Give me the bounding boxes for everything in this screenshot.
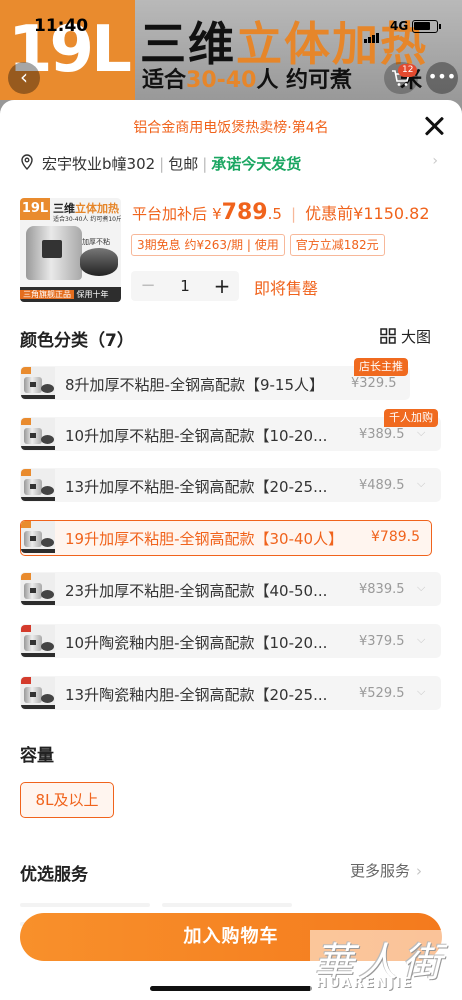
sku-option-1[interactable]: 8升加厚不粘胆-全钢高配款【9-15人】 ¥329.5 [20, 366, 410, 400]
rice-cooker-image [26, 226, 82, 280]
quantity-value[interactable]: 1 [165, 271, 205, 301]
sku-option-5[interactable]: 23升加厚不粘胆-全钢高配款【40-50... ¥839.5 ⌵ [20, 572, 441, 606]
sku-price: ¥489.5 [359, 478, 405, 493]
sku-thumbnail [21, 625, 55, 657]
price-label: 平台加补后 [132, 205, 208, 223]
sku-price: ¥529.5 [359, 686, 405, 701]
large-view-toggle[interactable]: 大图 [380, 326, 431, 347]
sku-label: 10升加厚不粘胆-全钢高配款【10-20... [65, 427, 328, 445]
capacity-option[interactable]: 8L及以上 [20, 782, 114, 818]
sku-thumbnail [21, 469, 55, 501]
inner-pot-image [80, 248, 118, 276]
sku-option-4-selected[interactable]: 19升加厚不粘胆-全钢高配款【30-40人】 ¥789.5 [20, 520, 432, 556]
sku-price: ¥789.5 [371, 529, 420, 545]
cart-count-badge: 12 [398, 64, 418, 77]
quantity-stepper: − 1 + [131, 271, 239, 301]
watermark: 華人街 HUARENJIE [310, 930, 462, 996]
chevron-down-icon: ⌵ [417, 685, 426, 698]
price-decimal: .5 [267, 205, 282, 223]
banner-subtitle: 适合30-40人 约可煮米 [142, 68, 423, 93]
promo-row: 3期免息 约¥263/期 | 使用 官方立减182元 [131, 234, 385, 256]
sku-sheet: 铝合金商用电饭煲热卖榜·第4名 宏宇牧业b幢302 | 包邮 | 承诺今天发货 › 19… [0, 100, 462, 1000]
sku-option-3[interactable]: 13升加厚不粘胆-全钢高配款【20-25... ¥489.5 ⌵ [20, 468, 441, 502]
capacity-section-title: 容量 [20, 746, 54, 766]
price-line: 平台加补后 ¥789.5 | 优惠前¥1150.82 [132, 200, 430, 225]
close-icon[interactable] [420, 112, 448, 140]
original-price: ¥1150.82 [353, 204, 430, 223]
service-cards-strip [20, 892, 442, 926]
discount-chip: 官方立减182元 [289, 234, 385, 256]
ranking-link[interactable]: 铝合金商用电饭煲热卖榜·第4名 [0, 117, 462, 137]
service-section-title: 优选服务 [20, 865, 88, 885]
location-pin-icon [21, 154, 33, 170]
quantity-minus-button[interactable]: − [131, 271, 165, 301]
chevron-down-icon: ⌵ [417, 477, 426, 490]
sku-thumbnail [21, 418, 55, 450]
address-row[interactable]: 宏宇牧业b幢302 | 包邮 | 承诺今天发货 › [20, 152, 442, 176]
sku-label: 13升加厚不粘胆-全钢高配款【20-25... [65, 478, 328, 496]
more-button[interactable]: ••• [426, 62, 458, 94]
installment-chip[interactable]: 3期免息 约¥263/期 | 使用 [131, 234, 285, 256]
home-indicator [150, 986, 312, 991]
sku-thumbnail [21, 367, 55, 399]
sku-label: 8升加厚不粘胆-全钢高配款【9-15人】 [65, 376, 325, 394]
chevron-down-icon: ⌵ [417, 426, 426, 439]
chevron-right-icon: › [416, 862, 423, 880]
status-bar: 11:40 4G [0, 0, 462, 52]
thumb-footer: 三角旗舰正品 保用十年 [20, 287, 121, 302]
chevron-right-icon: › [432, 153, 438, 169]
thumb-liner-tag: 加厚不粘 [82, 238, 110, 246]
original-price-label: 优惠前 [305, 204, 354, 223]
sku-label: 13升陶瓷釉内胆-全钢高配款【20-25... [65, 686, 328, 704]
more-dots-icon: ••• [427, 67, 457, 86]
chevron-down-icon: ⌵ [417, 581, 426, 594]
battery-icon [412, 20, 441, 33]
price-symbol: ¥ [212, 205, 222, 223]
product-thumbnail[interactable]: 19L 三维立体加热 适合30-40人 约可煮10斤米 加厚不粘 三角旗舰正品 … [20, 198, 121, 302]
quantity-plus-button[interactable]: + [205, 271, 239, 301]
chevron-down-icon: ⌵ [417, 633, 426, 646]
sku-label: 10升陶瓷釉内胆-全钢高配款【10-20... [65, 634, 328, 652]
sku-thumbnail [21, 677, 55, 709]
sku-price: ¥379.5 [359, 634, 405, 649]
price-integer: 789 [221, 200, 268, 225]
stock-warning: 即将售罄 [254, 279, 319, 298]
sku-tag: 千人加购 [384, 409, 438, 427]
sku-thumbnail [21, 573, 55, 605]
back-button[interactable]: ‹ [8, 62, 40, 94]
shipping-label: 包邮 [168, 155, 199, 173]
sku-price: ¥839.5 [359, 582, 405, 597]
shipping-promise: 承诺今天发货 [211, 155, 302, 173]
grid-icon [380, 328, 396, 344]
thumb-subtitle: 适合30-40人 约可煮10斤米 [53, 216, 121, 223]
sku-tag: 店长主推 [354, 358, 408, 376]
sku-label: 19升加厚不粘胆-全钢高配款【30-40人】 [65, 530, 344, 548]
thumb-size-badge: 19L [20, 198, 50, 220]
signal-icon [364, 24, 380, 43]
sku-option-2[interactable]: 10升加厚不粘胆-全钢高配款【10-20... ¥389.5 ⌵ [20, 417, 441, 451]
sku-label: 23升加厚不粘胆-全钢高配款【40-50... [65, 582, 328, 600]
status-time: 11:40 [34, 16, 89, 36]
sku-price: ¥389.5 [359, 427, 405, 442]
delivery-address: 宏宇牧业b幢302 [42, 155, 156, 173]
sku-option-6[interactable]: 10升陶瓷釉内胆-全钢高配款【10-20... ¥379.5 ⌵ [20, 624, 441, 658]
more-services-link[interactable]: 更多服务 › [350, 860, 422, 881]
chevron-left-icon: ‹ [20, 65, 28, 89]
sku-thumbnail [21, 521, 55, 553]
sku-option-7[interactable]: 13升陶瓷釉内胆-全钢高配款【20-25... ¥529.5 ⌵ [20, 676, 441, 710]
network-type: 4G [390, 19, 409, 33]
color-section-title: 颜色分类（7） [20, 331, 134, 351]
sku-price: ¥329.5 [351, 376, 397, 391]
